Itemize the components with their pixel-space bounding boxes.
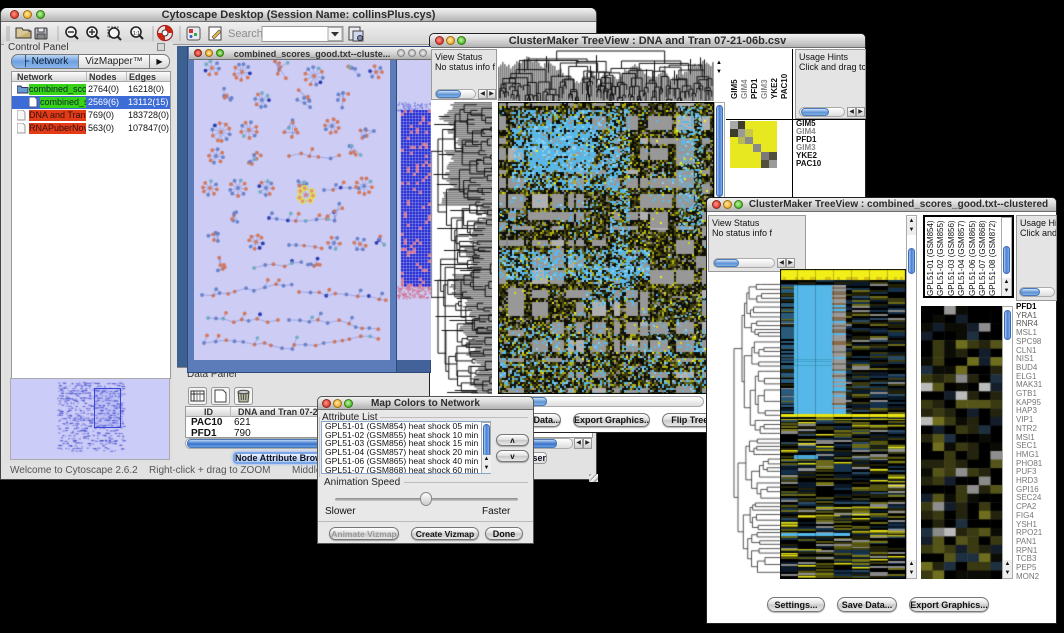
- svg-text:1:1: 1:1: [133, 31, 140, 37]
- svg-text:Search:: Search:: [228, 28, 266, 40]
